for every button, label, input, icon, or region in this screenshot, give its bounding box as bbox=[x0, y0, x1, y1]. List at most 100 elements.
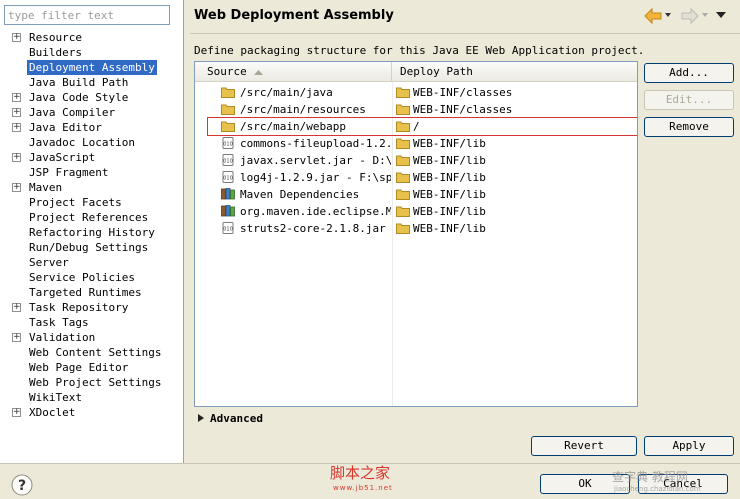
advanced-label: Advanced bbox=[210, 412, 263, 425]
deploy-path-text: / bbox=[413, 120, 420, 133]
source-cell: /src/main/webapp bbox=[221, 118, 391, 135]
chevron-down-icon[interactable] bbox=[665, 13, 671, 18]
table-row[interactable]: /src/main/resources WEB-INF/classes bbox=[195, 101, 637, 118]
tree-item-label: Project References bbox=[29, 211, 149, 224]
folder-icon bbox=[396, 154, 410, 166]
expand-plus-icon[interactable]: + bbox=[12, 333, 21, 342]
back-arrow-icon[interactable] bbox=[643, 7, 663, 25]
column-header-source[interactable]: Source bbox=[195, 62, 392, 82]
library-icon bbox=[221, 204, 235, 217]
table-row[interactable]: 010 log4j-1.2.9.jar - F:\spri WEB-INF/lib bbox=[195, 169, 637, 186]
source-text: /src/main/webapp bbox=[240, 120, 346, 133]
tree-item[interactable]: Web Content Settings bbox=[0, 345, 184, 360]
tree-item[interactable]: + Java Editor bbox=[0, 120, 184, 135]
folder-icon bbox=[221, 103, 235, 115]
remove-button[interactable]: Remove bbox=[644, 117, 734, 137]
tree-item[interactable]: Run/Debug Settings bbox=[0, 240, 184, 255]
advanced-section-toggle[interactable]: Advanced bbox=[198, 412, 263, 425]
expand-plus-icon[interactable]: + bbox=[12, 303, 21, 312]
tree-item-label: Java Compiler bbox=[29, 106, 116, 119]
table-row[interactable]: /src/main/java WEB-INF/classes bbox=[195, 84, 637, 101]
svg-text:?: ? bbox=[18, 478, 26, 494]
folder-icon bbox=[396, 86, 410, 98]
tree-item-label: Maven bbox=[29, 181, 63, 194]
tree-item[interactable]: + Java Code Style bbox=[0, 90, 184, 105]
tree-item-label: Deployment Assembly bbox=[27, 60, 157, 75]
source-cell: /src/main/resources bbox=[221, 101, 391, 118]
filter-input[interactable] bbox=[4, 5, 170, 25]
tree-item[interactable]: + JavaScript bbox=[0, 150, 184, 165]
column-header-label: Deploy Path bbox=[400, 65, 473, 78]
column-header-deploy-path[interactable]: Deploy Path bbox=[392, 62, 637, 82]
chevron-down-icon[interactable] bbox=[702, 13, 708, 18]
jar-icon: 010 bbox=[221, 171, 235, 183]
deploy-path-cell: WEB-INF/lib bbox=[396, 135, 636, 152]
deploy-path-text: WEB-INF/lib bbox=[413, 188, 486, 201]
tree-item[interactable]: Builders bbox=[0, 45, 184, 60]
apply-button[interactable]: Apply bbox=[644, 436, 734, 456]
deploy-path-cell: WEB-INF/classes bbox=[396, 84, 636, 101]
table-row[interactable]: Maven Dependencies WEB-INF/lib bbox=[195, 186, 637, 203]
watermark-right-url: jiaocheng.chazidian.com bbox=[614, 485, 701, 493]
expand-plus-icon[interactable]: + bbox=[12, 33, 21, 42]
tree-item[interactable]: Project Facets bbox=[0, 195, 184, 210]
deploy-path-cell: WEB-INF/lib bbox=[396, 186, 636, 203]
tree-item[interactable]: + Resource bbox=[0, 30, 184, 45]
expand-plus-icon[interactable]: + bbox=[12, 153, 21, 162]
tree-item[interactable]: + XDoclet bbox=[0, 405, 184, 420]
expand-plus-icon[interactable]: + bbox=[12, 183, 21, 192]
tree-item[interactable]: Web Project Settings bbox=[0, 375, 184, 390]
table-row[interactable]: 010 commons-fileupload-1.2.ja WEB-INF/lib bbox=[195, 135, 637, 152]
edit-button[interactable]: Edit... bbox=[644, 90, 734, 110]
tree-item[interactable]: + Validation bbox=[0, 330, 184, 345]
help-icon[interactable]: ? bbox=[11, 474, 33, 496]
tree-item-label: Javadoc Location bbox=[29, 136, 135, 149]
source-text: struts2-core-2.1.8.jar - bbox=[240, 222, 391, 235]
add-button[interactable]: Add... bbox=[644, 63, 734, 83]
expand-plus-icon[interactable]: + bbox=[12, 123, 21, 132]
tree-item[interactable]: + Maven bbox=[0, 180, 184, 195]
table-row[interactable]: 010 struts2-core-2.1.8.jar - WEB-INF/lib bbox=[195, 220, 637, 237]
tree-item[interactable]: Task Tags bbox=[0, 315, 184, 330]
tree-item[interactable]: Web Page Editor bbox=[0, 360, 184, 375]
tree-item[interactable]: Java Build Path bbox=[0, 75, 184, 90]
tree-item[interactable]: Targeted Runtimes bbox=[0, 285, 184, 300]
view-menu-icon[interactable] bbox=[716, 12, 726, 19]
tree-item[interactable]: Project References bbox=[0, 210, 184, 225]
deploy-path-cell: WEB-INF/lib bbox=[396, 203, 636, 220]
chevron-right-icon bbox=[198, 414, 204, 422]
folder-icon bbox=[396, 171, 410, 183]
expand-plus-icon[interactable]: + bbox=[12, 108, 21, 117]
tree-item[interactable]: Deployment Assembly bbox=[0, 60, 184, 75]
tree-item[interactable]: WikiText bbox=[0, 390, 184, 405]
svg-text:010: 010 bbox=[223, 159, 233, 165]
source-cell: 010 log4j-1.2.9.jar - F:\spri bbox=[221, 169, 391, 186]
tree-item[interactable]: + Task Repository bbox=[0, 300, 184, 315]
tree-item[interactable]: Server bbox=[0, 255, 184, 270]
table-row[interactable]: /src/main/webapp / bbox=[195, 118, 637, 135]
tree-item-label: Refactoring History bbox=[29, 226, 155, 239]
source-cell: /src/main/java bbox=[221, 84, 391, 101]
expand-plus-icon[interactable]: + bbox=[12, 93, 21, 102]
folder-icon bbox=[396, 205, 410, 217]
revert-button[interactable]: Revert bbox=[531, 436, 637, 456]
tree-item[interactable]: JSP Fragment bbox=[0, 165, 184, 180]
tree-item[interactable]: + Java Compiler bbox=[0, 105, 184, 120]
tree-item[interactable]: Refactoring History bbox=[0, 225, 184, 240]
forward-arrow-icon[interactable] bbox=[680, 7, 700, 25]
tree-item-label: Task Repository bbox=[29, 301, 129, 314]
source-text: Maven Dependencies bbox=[240, 188, 360, 201]
table-row[interactable]: org.maven.ide.eclipse.MAV WEB-INF/lib bbox=[195, 203, 637, 220]
table-row[interactable]: 010 javax.servlet.jar - D:\ja WEB-INF/lib bbox=[195, 152, 637, 169]
tree-item-label: Java Build Path bbox=[29, 76, 129, 89]
source-text: log4j-1.2.9.jar - F:\spri bbox=[240, 171, 391, 184]
title-separator bbox=[190, 33, 740, 34]
expand-plus-icon[interactable]: + bbox=[12, 408, 21, 417]
source-cell: 010 javax.servlet.jar - D:\ja bbox=[221, 152, 391, 169]
tree-item[interactable]: Javadoc Location bbox=[0, 135, 184, 150]
deployment-assembly-table[interactable]: Source Deploy Path /src/main/java WEB-INF… bbox=[194, 61, 638, 407]
folder-icon bbox=[396, 188, 410, 200]
tree-item[interactable]: Service Policies bbox=[0, 270, 184, 285]
deploy-path-text: WEB-INF/lib bbox=[413, 171, 486, 184]
tree-item-label: Run/Debug Settings bbox=[29, 241, 149, 254]
